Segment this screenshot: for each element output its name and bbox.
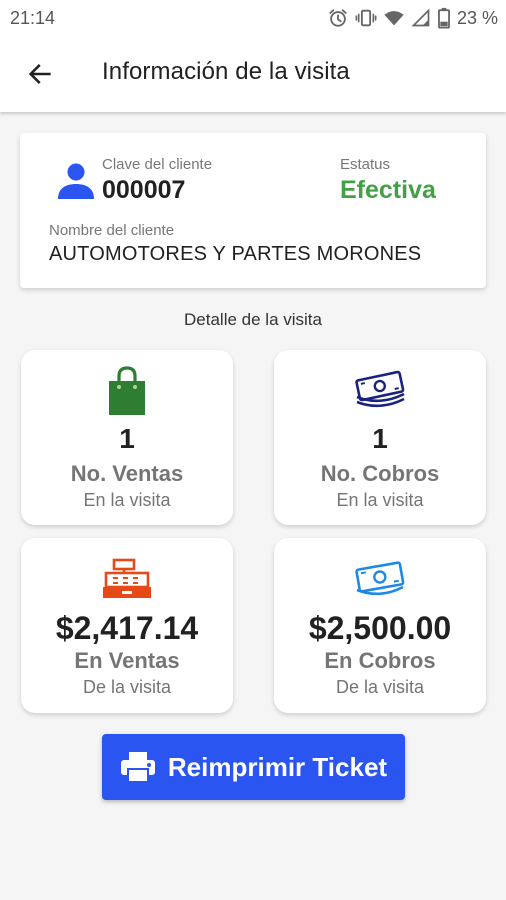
reprint-ticket-label: Reimprimir Ticket	[167, 751, 388, 782]
sales-amount-card: $2,417.14 En Ventas De la visita	[21, 538, 233, 713]
banknote-icon	[355, 561, 405, 596]
sales-amount-value: $2,417.14	[55, 610, 199, 646]
client-name-label: Nombre del cliente	[49, 222, 175, 239]
battery-icon	[438, 7, 450, 29]
arrow-back-icon[interactable]	[26, 60, 54, 88]
page-title: Información de la visita	[102, 58, 350, 85]
sales-count-title: No. Ventas	[70, 461, 184, 486]
money-stack-icon	[355, 370, 405, 408]
status-icons: 23 %	[327, 6, 498, 30]
vibrate-icon	[355, 9, 377, 27]
alarm-icon	[329, 9, 347, 27]
sales-count-subtitle: En la visita	[83, 490, 171, 510]
client-card: Clave del cliente 000007 Estatus Efectiv…	[20, 133, 486, 288]
collections-amount-subtitle: De la visita	[335, 677, 425, 697]
sales-count-card: 1 No. Ventas En la visita	[21, 350, 233, 525]
collections-count-title: No. Cobros	[320, 461, 440, 486]
sales-amount-subtitle: De la visita	[82, 677, 172, 697]
signal-icon	[411, 8, 430, 27]
person-icon	[58, 163, 94, 199]
status-bar: 21:14 23 %	[0, 0, 506, 36]
collections-count-card: 1 No. Cobros En la visita	[274, 350, 486, 525]
reprint-ticket-button[interactable]: Reimprimir Ticket	[102, 734, 405, 800]
app-bar: Información de la visita	[0, 36, 506, 112]
collections-amount-value: $2,500.00	[308, 610, 452, 646]
sales-amount-title: En Ventas	[74, 648, 180, 673]
status-time: 21:14	[10, 8, 56, 28]
sales-count-value: 1	[119, 423, 135, 454]
collections-amount-card: $2,500.00 En Cobros De la visita	[274, 538, 486, 713]
collections-amount-title: En Cobros	[324, 648, 436, 673]
shopping-bag-icon	[109, 366, 145, 415]
status-value: Efectiva	[340, 176, 436, 204]
cash-register-icon	[103, 558, 151, 598]
printer-icon	[120, 752, 155, 783]
collections-count-value: 1	[372, 423, 388, 454]
wifi-icon	[384, 11, 404, 26]
back-button[interactable]	[22, 56, 58, 92]
client-id-value: 000007	[102, 176, 186, 204]
client-name-value: AUTOMOTORES Y PARTES MORONES	[49, 243, 422, 265]
client-id-label: Clave del cliente	[102, 156, 213, 173]
battery-percent: 23 %	[456, 7, 498, 28]
collections-count-subtitle: En la visita	[336, 490, 424, 510]
detail-section-title: Detalle de la visita	[184, 310, 322, 329]
status-label: Estatus	[340, 156, 391, 173]
